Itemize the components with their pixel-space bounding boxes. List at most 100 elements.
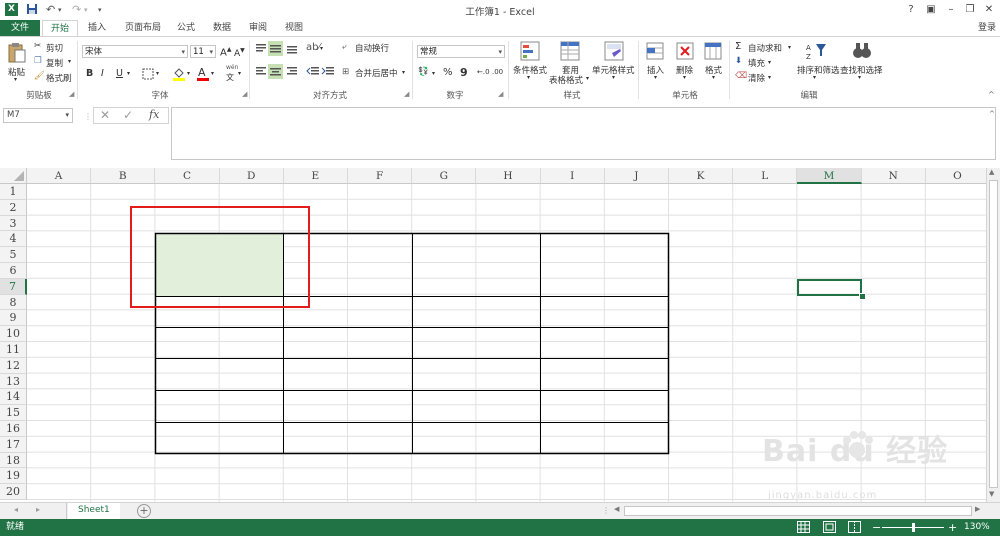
insert-cells-icon[interactable] <box>646 41 664 64</box>
zoom-out-button[interactable]: − <box>872 519 881 536</box>
prev-sheet-icon[interactable]: ◂ <box>14 505 18 514</box>
merge-center-button[interactable]: 合并后居中 <box>355 67 398 79</box>
copy-icon[interactable]: ❐ <box>34 56 42 66</box>
delete-dropdown-icon[interactable]: ▾ <box>683 74 686 81</box>
tab-split-grip-icon[interactable]: ⋮ <box>602 506 610 515</box>
alignment-launcher-icon[interactable]: ◢ <box>404 90 409 98</box>
cell-styles-icon[interactable] <box>604 41 624 64</box>
conditional-format-icon[interactable] <box>520 41 540 64</box>
bold-button[interactable]: B <box>86 68 93 79</box>
sort-filter-button[interactable]: 排序和筛选 <box>797 64 840 76</box>
merge-center-icon[interactable]: ⊞ <box>342 67 349 77</box>
paste-icon[interactable] <box>7 42 27 67</box>
tab-insert[interactable]: 插入 <box>82 20 112 36</box>
orientation-dropdown-icon[interactable]: ▾ <box>320 45 323 52</box>
decrease-decimal-button[interactable]: .00 <box>492 68 503 76</box>
scroll-thumb[interactable] <box>989 180 998 488</box>
comma-style-button[interactable]: 9 <box>460 66 468 79</box>
merge-dropdown-icon[interactable]: ▾ <box>402 69 405 76</box>
phonetic-char-icon[interactable]: 文 <box>226 72 234 83</box>
minimize-button[interactable]: – <box>942 2 960 17</box>
fill-dropdown-icon[interactable]: ▾ <box>187 70 190 77</box>
collapse-ribbon-icon[interactable]: ^ <box>988 90 995 99</box>
fill-icon[interactable]: ⬇ <box>735 56 742 66</box>
decrease-indent-icon[interactable] <box>306 66 319 80</box>
percent-button[interactable]: % <box>443 67 453 78</box>
underline-dropdown-icon[interactable]: ▾ <box>127 70 130 77</box>
font-color-dropdown-icon[interactable]: ▾ <box>211 70 214 77</box>
page-break-view-icon[interactable] <box>848 521 861 540</box>
find-select-icon[interactable] <box>852 41 872 64</box>
phonetic-icon[interactable]: wén <box>226 64 238 71</box>
scroll-down-icon[interactable]: ▼ <box>989 490 994 498</box>
paste-dropdown-icon[interactable]: ▾ <box>14 76 17 83</box>
add-sheet-button[interactable]: + <box>137 504 151 518</box>
copy-button[interactable]: 复制 <box>46 57 63 69</box>
font-name-combo[interactable]: 宋体 ▾ <box>82 45 188 58</box>
help-button[interactable]: ? <box>902 2 920 17</box>
vertical-scrollbar[interactable]: ▲ ▼ <box>986 168 1000 502</box>
expand-formula-bar-icon[interactable]: ^ <box>989 110 995 118</box>
font-launcher-icon[interactable]: ◢ <box>242 90 247 98</box>
shrink-font-button[interactable]: A▼ <box>234 47 245 59</box>
zoom-in-button[interactable]: + <box>948 519 957 536</box>
format-dropdown-icon[interactable]: ▾ <box>712 74 715 81</box>
orientation-icon[interactable]: ab⁄ <box>306 42 320 53</box>
zoom-slider-thumb[interactable] <box>912 523 915 532</box>
number-format-combo[interactable]: 常规 ▾ <box>417 45 505 58</box>
border-dropdown-icon[interactable]: ▾ <box>156 70 159 77</box>
normal-view-icon[interactable] <box>797 521 810 540</box>
align-bottom-icon[interactable] <box>286 43 298 57</box>
clipboard-launcher-icon[interactable]: ◢ <box>69 90 74 98</box>
close-button[interactable]: ✕ <box>980 2 998 17</box>
find-select-button[interactable]: 查找和选择 <box>840 64 883 76</box>
number-launcher-icon[interactable]: ◢ <box>498 90 503 98</box>
cell-styles-dropdown-icon[interactable]: ▾ <box>612 74 615 81</box>
currency-icon[interactable]: 💱 <box>418 67 429 77</box>
fill-handle[interactable] <box>859 293 866 300</box>
autosum-dropdown-icon[interactable]: ▾ <box>788 44 791 51</box>
format-painter-button[interactable]: 格式刷 <box>46 72 72 84</box>
enter-icon[interactable]: ✓ <box>123 108 133 122</box>
find-dropdown-icon[interactable]: ▾ <box>858 74 861 81</box>
active-cell[interactable] <box>797 279 862 296</box>
font-color-icon[interactable]: A <box>196 66 210 84</box>
scroll-left-icon[interactable]: ◀ <box>614 505 619 513</box>
sign-in-link[interactable]: 登录 <box>978 20 996 36</box>
ribbon-display-options-button[interactable]: ▣ <box>922 2 940 17</box>
phonetic-dropdown-icon[interactable]: ▾ <box>238 70 241 77</box>
tab-review[interactable]: 审阅 <box>244 20 272 36</box>
scroll-right-icon[interactable]: ▶ <box>975 505 980 513</box>
cut-button[interactable]: 剪切 <box>46 42 63 54</box>
clear-button[interactable]: 清除 <box>748 72 765 84</box>
align-top-icon[interactable] <box>255 43 267 57</box>
format-painter-icon[interactable]: 🖌 <box>34 71 45 81</box>
clear-dropdown-icon[interactable]: ▾ <box>768 74 771 81</box>
cut-icon[interactable]: ✂ <box>34 41 41 51</box>
underline-button[interactable]: U <box>116 68 123 79</box>
table-dropdown-icon[interactable]: ▾ <box>586 75 589 82</box>
page-layout-view-icon[interactable] <box>823 521 836 540</box>
fill-color-icon[interactable] <box>172 67 186 84</box>
restore-button[interactable]: ❐ <box>961 2 979 17</box>
clear-icon[interactable]: ⌫ <box>735 71 747 81</box>
border-icon[interactable] <box>142 68 154 83</box>
increase-indent-icon[interactable] <box>321 66 334 80</box>
name-box[interactable]: M7 ▾ <box>3 108 73 123</box>
align-center-icon[interactable] <box>268 64 283 79</box>
font-size-combo[interactable]: 11 ▾ <box>190 45 216 58</box>
grow-font-button[interactable]: A▲ <box>220 46 231 58</box>
tab-formulas[interactable]: 公式 <box>172 20 200 36</box>
horizontal-scroll-thumb[interactable] <box>624 506 972 516</box>
tab-home[interactable]: 开始 <box>42 20 78 36</box>
align-right-icon[interactable] <box>286 66 298 80</box>
format-as-table-button[interactable]: 表格格式 <box>549 74 583 86</box>
autosum-icon[interactable]: Σ <box>735 41 741 52</box>
insert-function-icon[interactable]: fx <box>149 108 159 121</box>
formula-input[interactable] <box>171 107 996 160</box>
format-cells-icon[interactable] <box>704 41 722 64</box>
tab-page-layout[interactable]: 页面布局 <box>118 20 168 36</box>
autosum-button[interactable]: 自动求和 <box>748 42 782 54</box>
tab-data[interactable]: 数据 <box>208 20 236 36</box>
sort-filter-icon[interactable]: AZ <box>806 41 828 64</box>
